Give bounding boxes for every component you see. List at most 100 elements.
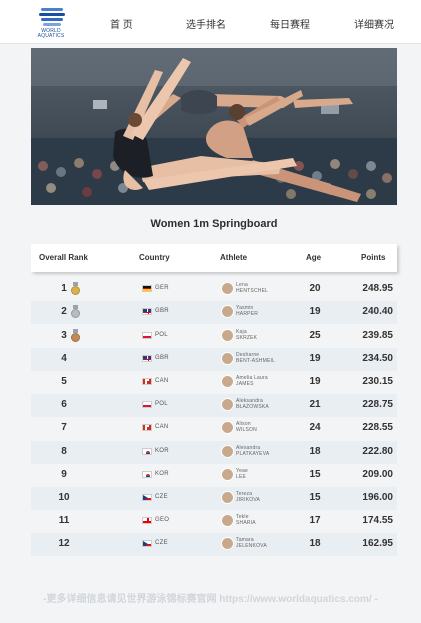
points-cell: 209.00 [362,469,393,480]
age-cell: 17 [309,515,321,526]
athlete-name[interactable]: Desharne BENT-ASHMEIL [236,352,275,364]
points-cell: 240.40 [362,306,393,317]
column-header-rank: Overall Rank [39,253,88,262]
points-cell: 230.15 [362,376,393,387]
country-code: POL [155,332,168,338]
rank-cell: 3 [61,330,67,341]
athlete-avatar [221,468,234,481]
athlete-name[interactable]: Alexandra PLATKAYEVA [236,445,269,457]
country-flag-icon [142,517,152,524]
synchro-divers-image [31,48,397,205]
column-header-age: Age [306,253,322,262]
points-cell: 234.50 [362,353,393,364]
nav-detailed-results[interactable]: 详细赛况 [354,16,394,31]
table-row[interactable]: 11 GEO Tekle SHARIA 17 174.55 [31,510,397,533]
table-row[interactable]: 5 CAN Amelia Laura JAMES 19 230.15 [31,371,397,394]
table-row[interactable]: 8 KOR Alexandra PLATKAYEVA 18 222.80 [31,441,397,464]
nav-daily-schedule[interactable]: 每日赛程 [270,16,310,31]
points-cell: 196.00 [362,492,393,503]
points-cell: 248.95 [362,283,393,294]
athlete-name[interactable]: Tekle SHARIA [236,514,256,526]
athlete-name[interactable]: Lena HENTSCHEL [236,282,268,294]
athlete-avatar [221,421,234,434]
country-flag-icon [142,332,152,339]
table-row[interactable]: 4 GBR Desharne BENT-ASHMEIL 19 234.50 [31,348,397,371]
table-row[interactable]: 2 GBR Yasmin HARPER 19 240.40 [31,301,397,324]
table-row[interactable]: 10 CZE Tereza JIRIKOVA 15 196.00 [31,487,397,510]
nav-home[interactable]: 首 页 [110,16,133,31]
results-table-header: Overall Rank Country Athlete Age Points [31,244,397,272]
bronze-medal-icon [71,329,80,343]
athlete-name[interactable]: Tereza JIRIKOVA [236,491,260,503]
rank-cell: 10 [58,492,70,503]
athlete-name[interactable]: Aleksandra BŁAŻOWSKA [236,398,269,410]
gold-medal-icon [71,282,80,296]
age-cell: 24 [309,422,321,433]
age-cell: 19 [309,306,321,317]
country-flag-icon [142,448,152,455]
country-flag-icon [142,424,152,431]
athlete-avatar [221,282,234,295]
country-flag-icon [142,494,152,501]
table-row[interactable]: 1 GER Lena HENTSCHEL 20 248.95 [31,278,397,301]
event-title: Women 1m Springboard [150,218,278,230]
athlete-name[interactable]: Kaja SKRZEK [236,329,257,341]
athlete-avatar [221,491,234,504]
rank-cell: 7 [61,422,67,433]
athlete-avatar [221,305,234,318]
rank-cell: 2 [61,306,67,317]
points-cell: 222.80 [362,446,393,457]
points-cell: 162.95 [362,538,393,549]
country-code: GBR [155,355,169,361]
country-flag-icon [142,308,152,315]
footer-link-text[interactable]: -更多详细信息请见世界游泳锦标赛官网 https://www.worldaqua… [0,590,421,605]
athlete-name[interactable]: Yasmin HARPER [236,305,258,317]
country-code: KOR [155,448,169,454]
rank-cell: 6 [61,399,67,410]
logo-wave-icon [41,8,63,11]
rank-cell: 8 [61,446,67,457]
country-flag-icon [142,378,152,385]
table-row[interactable]: 3 POL Kaja SKRZEK 25 239.85 [31,325,397,348]
athlete-name[interactable]: Amelia Laura JAMES [236,375,268,387]
country-code: CAN [155,424,169,430]
column-header-athlete: Athlete [220,253,248,262]
silver-medal-icon [71,305,80,319]
age-cell: 25 [309,330,321,341]
hero-diving-photo [31,48,397,205]
athlete-avatar [221,375,234,388]
logo-wave-icon [43,23,61,26]
country-code: GBR [155,308,169,314]
country-flag-icon [142,540,152,547]
age-cell: 15 [309,492,321,503]
age-cell: 19 [309,376,321,387]
athlete-name[interactable]: Alison WILSON [236,421,257,433]
points-cell: 228.75 [362,399,393,410]
country-code: GEO [155,517,170,523]
country-code: GER [155,285,169,291]
athlete-name[interactable]: Yeae LEE [236,468,248,480]
top-nav-bar: WORLD AQUATICS 首 页 选手排名 每日赛程 详细赛况 [0,0,421,44]
age-cell: 18 [309,446,321,457]
athlete-avatar [221,329,234,342]
country-flag-icon [142,401,152,408]
table-row[interactable]: 9 KOR Yeae LEE 15 209.00 [31,464,397,487]
rank-cell: 4 [61,353,67,364]
rank-cell: 5 [61,376,67,387]
country-code: KOR [155,471,169,477]
rank-cell: 9 [61,469,67,480]
table-row[interactable]: 7 CAN Alison WILSON 24 228.55 [31,417,397,440]
table-row[interactable]: 6 POL Aleksandra BŁAŻOWSKA 21 228.75 [31,394,397,417]
rank-cell: 1 [61,283,67,294]
rank-cell: 12 [58,538,70,549]
athlete-avatar [221,352,234,365]
nav-athlete-rankings[interactable]: 选手排名 [186,16,226,31]
country-flag-icon [142,471,152,478]
athlete-name[interactable]: Tamara JELENKOVA [236,537,267,549]
table-row[interactable]: 12 CZE Tamara JELENKOVA 18 162.95 [31,533,397,556]
world-aquatics-logo[interactable]: WORLD AQUATICS [30,6,72,40]
athlete-avatar [221,537,234,550]
column-header-country: Country [139,253,170,262]
country-code: POL [155,401,168,407]
age-cell: 18 [309,538,321,549]
